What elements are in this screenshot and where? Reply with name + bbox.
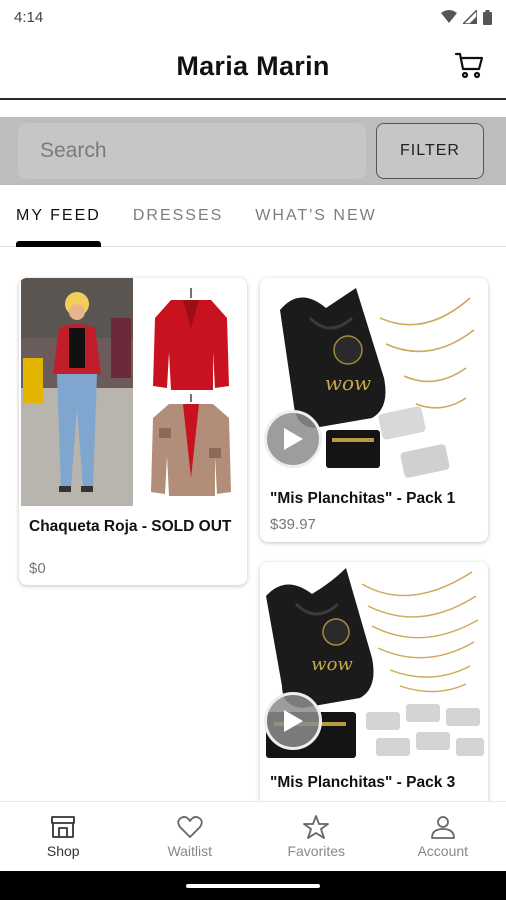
product-price: $39.97 — [270, 516, 316, 533]
search-placeholder: Search — [40, 139, 107, 162]
product-image — [19, 278, 247, 510]
nav-label: Shop — [46, 842, 80, 859]
status-bar: 4:14 — [0, 0, 506, 34]
product-title: Chaqueta Roja - SOLD OUT — [29, 518, 232, 535]
filter-button-label: FILTER — [400, 142, 460, 159]
cart-icon — [454, 52, 484, 79]
nav-waitlist[interactable]: Waitlist — [127, 802, 254, 871]
product-title: "Mis Planchitas" - Pack 1 — [270, 490, 456, 507]
star-icon — [303, 814, 330, 839]
search-input[interactable]: Search — [18, 123, 366, 179]
tab-label: MY FEED — [16, 207, 101, 224]
product-feed: Chaqueta Roja - SOLD OUT $0 wow "Mis Pla… — [0, 248, 506, 801]
product-price: $0 — [29, 560, 46, 577]
tab-label: DRESSES — [132, 207, 224, 224]
battery-icon — [483, 9, 492, 25]
app-header: Maria Marin — [0, 34, 506, 100]
search-bar: Search FILTER — [0, 117, 506, 185]
cart-button[interactable] — [454, 50, 484, 80]
product-card[interactable]: Chaqueta Roja - SOLD OUT $0 — [19, 278, 247, 585]
category-tabs: MY FEED DRESSES WHAT'S NEW — [0, 185, 506, 247]
svg-text:wow: wow — [311, 654, 353, 675]
svg-text:wow: wow — [325, 371, 371, 395]
nav-label: Waitlist — [167, 842, 213, 859]
wifi-icon — [441, 10, 457, 23]
heart-icon — [177, 815, 203, 838]
status-time: 4:14 — [14, 8, 44, 26]
play-video-button[interactable] — [264, 410, 322, 468]
nav-account[interactable]: Account — [380, 802, 506, 871]
play-icon — [284, 428, 303, 450]
system-nav-bar — [0, 871, 506, 900]
nav-label: Favorites — [287, 842, 346, 859]
nav-favorites[interactable]: Favorites — [253, 802, 380, 871]
person-icon — [430, 815, 455, 839]
nav-shop[interactable]: Shop — [0, 802, 127, 871]
filter-button[interactable]: FILTER — [376, 123, 484, 179]
product-card[interactable]: wow "Mis Planchitas" - Pack 3 — [260, 562, 488, 801]
tab-whats-new[interactable]: WHAT'S NEW — [255, 185, 376, 247]
tab-label: WHAT'S NEW — [255, 207, 377, 224]
page-title: Maria Marin — [176, 50, 330, 81]
product-title: "Mis Planchitas" - Pack 3 — [270, 774, 456, 791]
play-video-button[interactable] — [264, 692, 322, 750]
nav-label: Account — [417, 842, 469, 859]
signal-icon — [463, 10, 477, 24]
play-icon — [284, 710, 303, 732]
tab-dresses[interactable]: DRESSES — [133, 185, 223, 247]
status-icons — [441, 9, 492, 25]
product-card[interactable]: wow "Mis Planchitas" - Pack 1 $39.97 — [260, 278, 488, 542]
tab-my-feed[interactable]: MY FEED — [16, 185, 101, 247]
home-indicator[interactable] — [186, 884, 320, 888]
store-icon — [51, 815, 76, 838]
bottom-nav: Shop Waitlist Favorites Account — [0, 801, 506, 871]
